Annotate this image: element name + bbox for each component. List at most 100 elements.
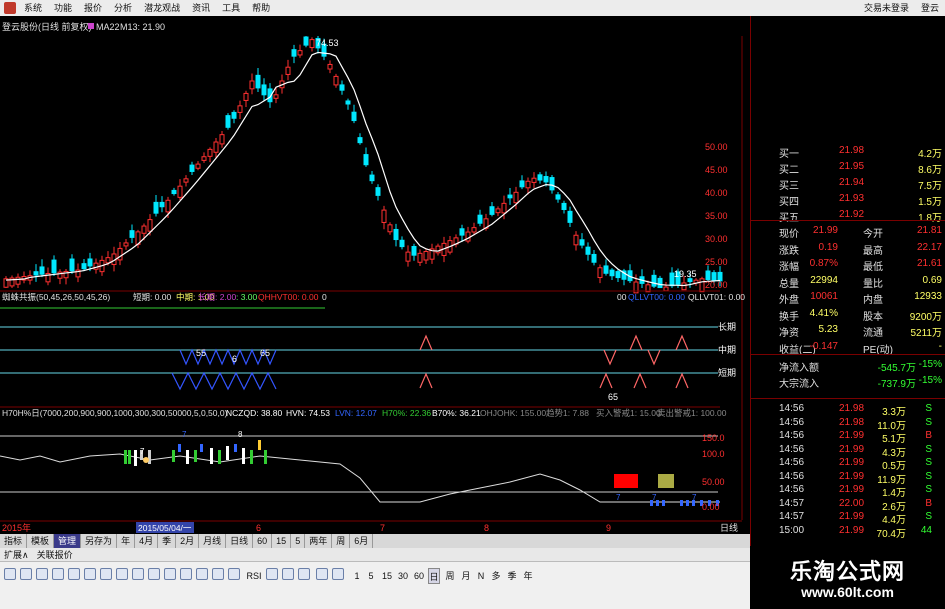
tab-manage[interactable]: 管理 <box>54 534 82 548</box>
ind2-signal-bar <box>686 500 689 506</box>
ind2-signal-bar <box>250 450 253 464</box>
candle <box>183 178 189 183</box>
ind1-num-a: 55 <box>196 348 206 358</box>
tick-price: 21.99 <box>839 524 865 536</box>
tab-indicator[interactable]: 指标 <box>0 534 28 548</box>
period-multi-button[interactable]: 多 <box>490 568 502 584</box>
watermark-title: 乐淘公式网 <box>789 560 905 585</box>
ind1-right-c: QLLVT01: 0.00 <box>688 292 745 302</box>
related-quote-tab[interactable]: 关联报价 <box>33 548 77 561</box>
candle <box>585 246 591 255</box>
menu-item-help[interactable]: 帮助 <box>246 0 276 16</box>
zoom-in-icon[interactable] <box>180 568 192 580</box>
zoom-out-icon[interactable] <box>196 568 208 580</box>
table-icon[interactable] <box>100 568 112 580</box>
forward-icon[interactable] <box>20 568 32 580</box>
ind2-ohjohk: OHJOHK: 155.00 <box>480 408 546 418</box>
menu-item-dragon[interactable]: 潜龙观战 <box>138 0 186 16</box>
timeline-year: 2015年 <box>2 522 31 533</box>
trade-login-status[interactable]: 交易未登录 <box>858 0 915 16</box>
period-week-button[interactable]: 周 <box>444 568 456 584</box>
period-5-button[interactable]: 5 <box>366 568 376 584</box>
tick-row: 14:56 21.99 5.1万 B <box>751 429 945 445</box>
menu-item-news[interactable]: 资讯 <box>186 0 216 16</box>
indicator1-header: 蜘蛛共振(50,45,26,50,45,26) 短期: 0.00 中期: 1.0… <box>2 292 745 302</box>
tab-4month[interactable]: 4月 <box>135 534 159 548</box>
down-icon[interactable] <box>52 568 64 580</box>
sub-tabs: 扩展∧ 关联报价 <box>0 548 750 561</box>
draw-icon[interactable] <box>298 568 310 580</box>
tick-side: S <box>925 443 932 455</box>
period-1-button[interactable]: 1 <box>352 568 362 584</box>
compare-icon[interactable] <box>132 568 144 580</box>
tab-save-as[interactable]: 另存为 <box>81 534 118 548</box>
bid-level-label: 买二 <box>779 165 799 176</box>
stat-value-2: 9200万 <box>909 311 942 323</box>
tab-week[interactable]: 周 <box>332 534 351 548</box>
tab-template[interactable]: 模板 <box>27 534 55 548</box>
stat-value-2: 22.17 <box>916 241 942 253</box>
tick-side: S <box>925 457 932 468</box>
tab-year[interactable]: 年 <box>117 534 136 548</box>
menu-item-function[interactable]: 功能 <box>48 0 78 16</box>
move-icon[interactable] <box>282 568 294 580</box>
back-icon[interactable] <box>4 568 16 580</box>
menu-item-system[interactable]: 系统 <box>18 0 48 16</box>
kline-title: 登云股份(日线 前复权) <box>2 21 92 32</box>
tab-60[interactable]: 60 <box>253 534 273 548</box>
period-n-button[interactable]: N <box>476 568 486 584</box>
tab-6month[interactable]: 6月 <box>350 534 374 548</box>
stat-label-1: 外盘 <box>779 295 799 306</box>
ma-legend-icon <box>88 23 94 29</box>
tab-season[interactable]: 季 <box>158 534 177 548</box>
candle <box>237 105 243 113</box>
tab-daily[interactable]: 日线 <box>226 534 254 548</box>
ind1-signals <box>171 334 689 391</box>
ind2-signal-bars <box>124 440 719 506</box>
period-season-button[interactable]: 季 <box>506 568 518 584</box>
list-icon[interactable] <box>116 568 128 580</box>
bar-icon[interactable] <box>164 568 176 580</box>
tab-monthly[interactable]: 月线 <box>199 534 227 548</box>
ind2-axis-100: 100.0 <box>702 449 725 459</box>
bid-level-price: 21.94 <box>839 177 865 188</box>
menu-item-quote[interactable]: 报价 <box>78 0 108 16</box>
crosshair-icon[interactable] <box>228 568 240 580</box>
pen-icon[interactable] <box>316 568 328 580</box>
chart-icon[interactable] <box>84 568 96 580</box>
period-year-button[interactable]: 年 <box>522 568 534 584</box>
stat-row: 收益(二) -0.147 PE(动) - <box>751 340 945 356</box>
period-15-button[interactable]: 15 <box>380 568 394 584</box>
chart-area[interactable]: 登云股份(日线 前复权) MA22 M13: 21.90 74.53 19.35… <box>0 16 750 520</box>
ind1-extra: 0 <box>322 292 327 302</box>
rsi-button[interactable]: RSI <box>246 568 262 584</box>
plus-icon[interactable] <box>266 568 278 580</box>
ind2-mark-d: 7 <box>652 493 657 502</box>
quote-separator <box>751 354 945 355</box>
candle <box>561 202 567 210</box>
menu-item-analysis[interactable]: 分析 <box>108 0 138 16</box>
line-icon[interactable] <box>148 568 160 580</box>
tab-2month[interactable]: 2月 <box>176 534 200 548</box>
stat-value-1: 10061 <box>810 291 838 302</box>
chart-canvas[interactable]: 登云股份(日线 前复权) MA22 M13: 21.90 74.53 19.35… <box>0 16 750 520</box>
period-month-button[interactable]: 月 <box>460 568 472 584</box>
tab-2year[interactable]: 两年 <box>305 534 333 548</box>
tab-5[interactable]: 5 <box>291 534 306 548</box>
up-icon[interactable] <box>36 568 48 580</box>
axis-tick-25: 25.00 <box>705 257 728 267</box>
menu-bar: 系统 功能 报价 分析 潜龙观战 资讯 工具 帮助 交易未登录 登云 <box>0 0 945 16</box>
grid-icon[interactable] <box>68 568 80 580</box>
menu-item-tools[interactable]: 工具 <box>216 0 246 16</box>
candle <box>597 267 603 279</box>
tab-15[interactable]: 15 <box>272 534 292 548</box>
period-60-button[interactable]: 60 <box>412 568 426 584</box>
candle <box>591 253 597 263</box>
stat-value-2: 5211万 <box>910 328 942 339</box>
text-icon[interactable] <box>332 568 344 580</box>
settings-icon[interactable] <box>212 568 224 580</box>
period-day-button[interactable]: 日 <box>428 568 440 584</box>
expand-toggle[interactable]: 扩展∧ <box>0 548 33 561</box>
period-30-button[interactable]: 30 <box>396 568 410 584</box>
ind2-hvn: HVN: 74.53 <box>286 408 330 418</box>
